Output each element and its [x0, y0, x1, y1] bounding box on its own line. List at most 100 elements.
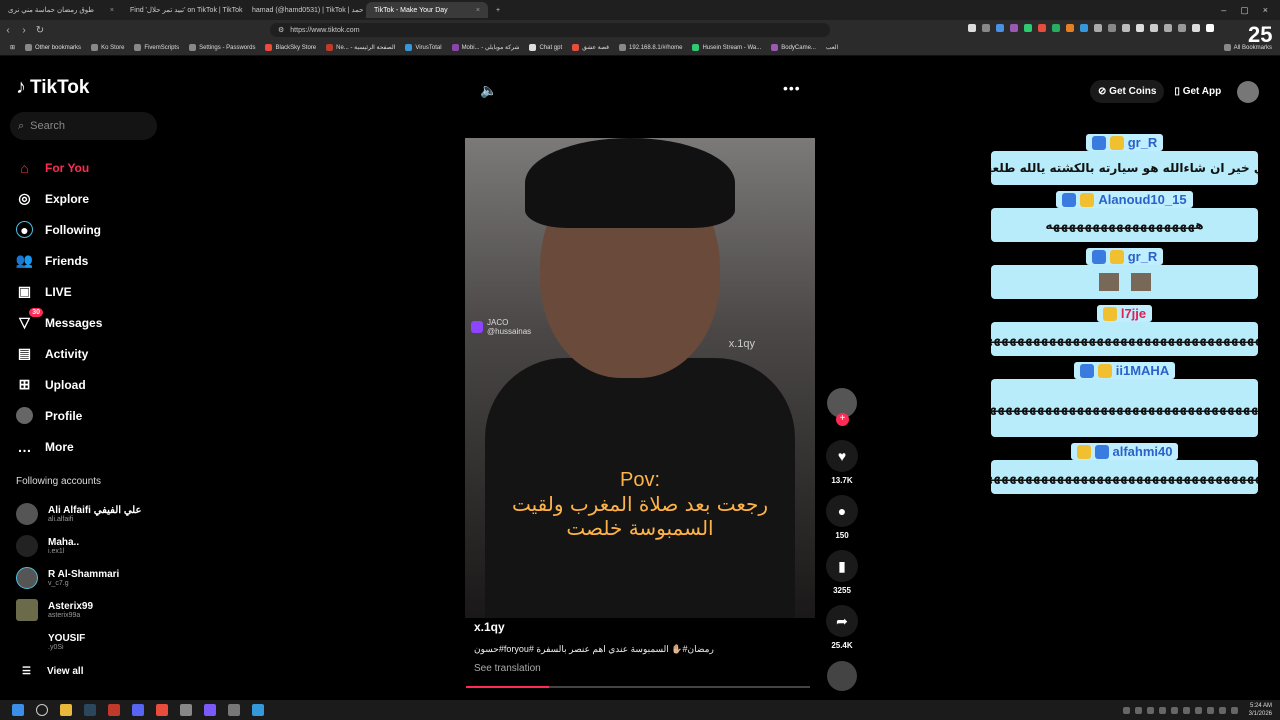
apps-icon[interactable]: ⊞: [10, 44, 15, 51]
close-icon[interactable]: ×: [110, 7, 114, 14]
following-account[interactable]: Ali Alfaifi علي الفيفي ali.alfaifi: [16, 498, 141, 530]
new-tab-icon[interactable]: +: [488, 7, 500, 14]
app-icon[interactable]: [156, 704, 168, 716]
browser-tab[interactable]: hamad (@hamd0531) | TikTok | حمد×: [244, 2, 366, 18]
sidebar-item-activity[interactable]: ▤ Activity: [16, 338, 102, 369]
forward-icon[interactable]: ›: [16, 25, 32, 36]
video-progress-bar[interactable]: [466, 686, 810, 688]
extension-icon[interactable]: [1052, 24, 1060, 32]
browser-tab[interactable]: Find 'تبيد تمر حلال' on TikTok | TikTok×: [122, 2, 244, 18]
search-icon[interactable]: [36, 704, 48, 716]
sidebar-item-friends[interactable]: 👥 Friends: [16, 245, 102, 276]
share-button[interactable]: ➦ 25.4K: [826, 605, 858, 650]
back-icon[interactable]: ‹: [0, 25, 16, 36]
windows-start-icon[interactable]: [12, 704, 24, 716]
reload-icon[interactable]: ↻: [32, 25, 48, 36]
see-translation-link[interactable]: See translation: [474, 663, 814, 674]
tray-icon[interactable]: [1206, 706, 1214, 714]
discord-icon[interactable]: [132, 704, 144, 716]
tray-icon[interactable]: [1122, 706, 1130, 714]
sidebar-item-for-you[interactable]: ⌂ For You: [16, 152, 102, 183]
sidebar-item-messages[interactable]: ▽ 30 Messages: [16, 307, 102, 338]
sidebar-item-explore[interactable]: ◎ Explore: [16, 183, 102, 214]
sidebar-item-profile[interactable]: Profile: [16, 400, 102, 431]
tray-icon[interactable]: [1146, 706, 1154, 714]
save-button[interactable]: ▮ 3255: [826, 550, 858, 595]
url-bar[interactable]: ⚙ https://www.tiktok.com: [270, 23, 830, 37]
bookmark[interactable]: Mobi... - شركة موبايلي: [451, 44, 519, 51]
user-avatar[interactable]: [1237, 80, 1260, 103]
close-icon[interactable]: ×: [476, 7, 480, 14]
view-all-button[interactable]: ☰ View all: [22, 666, 83, 677]
extension-icon[interactable]: [1038, 24, 1046, 32]
tiktok-logo[interactable]: ♪ TikTok: [16, 76, 89, 99]
system-clock[interactable]: 5:24 AM 3/1/2026: [1249, 702, 1272, 718]
tray-icon[interactable]: [1194, 706, 1202, 714]
search-input[interactable]: ⌕ Search: [10, 112, 157, 140]
creator-avatar[interactable]: +: [827, 388, 857, 426]
close-window-icon[interactable]: ×: [1263, 5, 1268, 16]
bookmark[interactable]: Ne... - الصفحة الرئيسية: [326, 44, 395, 51]
sidebar-item-live[interactable]: ▣ LIVE: [16, 276, 102, 307]
bookmark[interactable]: FivemScripts: [134, 44, 179, 51]
extension-icon[interactable]: [1094, 24, 1102, 32]
extension-icon[interactable]: [1066, 24, 1074, 32]
extension-icon[interactable]: [1178, 24, 1186, 32]
tray-icon[interactable]: [1134, 706, 1142, 714]
bookmark[interactable]: Husein Stream - Wa...: [692, 44, 761, 51]
following-account[interactable]: R Al-Shammari v_c7.g: [16, 562, 141, 594]
bookmark[interactable]: BodyCame...: [771, 44, 816, 51]
extension-icon[interactable]: [1122, 24, 1130, 32]
browser-tab[interactable]: طوق رمضان حماسة مني نرى ×: [0, 2, 122, 18]
bookmark[interactable]: Chat gpt: [529, 44, 562, 51]
extension-icon[interactable]: [996, 24, 1004, 32]
bookmark[interactable]: العب: [826, 44, 838, 51]
settings-icon[interactable]: [228, 704, 240, 716]
tray-icon[interactable]: [1230, 706, 1238, 714]
follow-plus-icon[interactable]: +: [836, 413, 849, 426]
sidebar-item-more[interactable]: … More: [16, 431, 102, 462]
extension-icon[interactable]: [1136, 24, 1144, 32]
extension-icon[interactable]: [1192, 24, 1200, 32]
browser-tab-active[interactable]: TikTok - Make Your Day ×: [366, 2, 488, 18]
get-app-button[interactable]: ▯ Get App: [1174, 86, 1221, 97]
bookmark[interactable]: BlackSky Store: [265, 44, 316, 51]
app-icon[interactable]: [252, 704, 264, 716]
bookmark[interactable]: Other bookmarks: [25, 44, 81, 51]
tray-icon[interactable]: [1158, 706, 1166, 714]
extension-icon[interactable]: [968, 24, 976, 32]
tray-icon[interactable]: [1182, 706, 1190, 714]
tray-icon[interactable]: [1170, 706, 1178, 714]
extension-icon[interactable]: [1206, 24, 1214, 32]
like-button[interactable]: ♥ 13.7K: [826, 440, 858, 485]
following-account[interactable]: Maha.. i.ex1l: [16, 530, 141, 562]
browser-icon[interactable]: [108, 704, 120, 716]
app-icon[interactable]: [204, 704, 216, 716]
tray-icon[interactable]: [1218, 706, 1226, 714]
sidebar-item-following[interactable]: ● Following: [16, 214, 102, 245]
more-options-icon[interactable]: •••: [783, 80, 801, 96]
extension-icon[interactable]: [1080, 24, 1088, 32]
sound-avatar[interactable]: [827, 661, 857, 691]
extension-icon[interactable]: [1164, 24, 1172, 32]
bookmark[interactable]: 192.168.8.1/#/home: [619, 44, 682, 51]
sidebar-item-upload[interactable]: ⊞ Upload: [16, 369, 102, 400]
video-player[interactable]: JACO @hussainas x.1qy Pov: رجعت بعد صلاة …: [465, 138, 815, 618]
bookmark[interactable]: Ko Store: [91, 44, 124, 51]
bookmark[interactable]: قصة عشق: [572, 44, 609, 51]
video-username[interactable]: x.1qy: [474, 620, 814, 634]
site-info-icon[interactable]: ⚙: [278, 26, 284, 34]
file-explorer-icon[interactable]: [60, 704, 72, 716]
volume-icon[interactable]: 🔈: [480, 82, 497, 99]
extension-icon[interactable]: [1150, 24, 1158, 32]
comment-button[interactable]: ● 150: [826, 495, 858, 540]
bookmark[interactable]: VirusTotal: [405, 44, 442, 51]
bookmark[interactable]: Settings - Passwords: [189, 44, 255, 51]
following-account[interactable]: Asterix99 asterix99a: [16, 594, 141, 626]
following-account[interactable]: YOUSIF .y0Si: [16, 626, 141, 658]
extension-icon[interactable]: [1024, 24, 1032, 32]
extension-icon[interactable]: [1010, 24, 1018, 32]
app-icon[interactable]: [180, 704, 192, 716]
minimize-icon[interactable]: –: [1221, 5, 1226, 16]
extension-icon[interactable]: [982, 24, 990, 32]
